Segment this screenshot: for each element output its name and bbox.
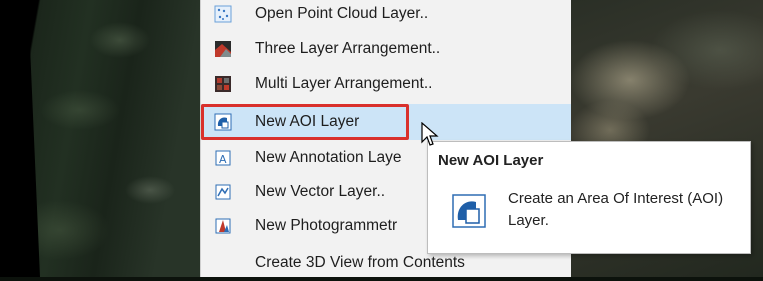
tooltip-title: New AOI Layer <box>438 152 544 169</box>
menu-item-multi-layer-arrangement[interactable]: Multi Layer Arrangement.. <box>201 66 571 102</box>
menu-item-label: New Vector Layer.. <box>255 183 386 200</box>
mouse-cursor-icon <box>421 121 441 150</box>
point-cloud-icon <box>214 5 232 23</box>
menu-item-label: Open Point Cloud Layer.. <box>255 5 429 22</box>
annotation-layer-icon: A <box>214 149 232 167</box>
photogrammetry-icon <box>214 217 232 235</box>
menu-item-open-point-cloud-layer[interactable]: Open Point Cloud Layer.. <box>201 0 571 32</box>
vector-layer-icon <box>214 183 232 201</box>
tooltip-description: Create an Area Of Interest (AOI) Layer. <box>508 190 724 229</box>
menu-item-three-layer-arrangement[interactable]: Three Layer Arrangement.. <box>201 31 571 67</box>
svg-text:A: A <box>219 153 227 166</box>
menu-item-label: Create 3D View from Contents <box>255 254 465 271</box>
menu-item-label: New Annotation Laye <box>255 149 402 166</box>
tooltip: New AOI Layer Create an Area Of Interest… <box>427 141 751 254</box>
menu-item-label: Three Layer Arrangement.. <box>255 40 441 57</box>
three-layer-icon <box>214 40 232 58</box>
aoi-layer-icon <box>452 194 486 228</box>
multi-layer-icon <box>214 75 232 93</box>
menu-item-label: New Photogrammetr <box>255 217 398 234</box>
menu-item-label: Multi Layer Arrangement.. <box>255 75 433 92</box>
highlight-annotation-box <box>201 104 409 140</box>
